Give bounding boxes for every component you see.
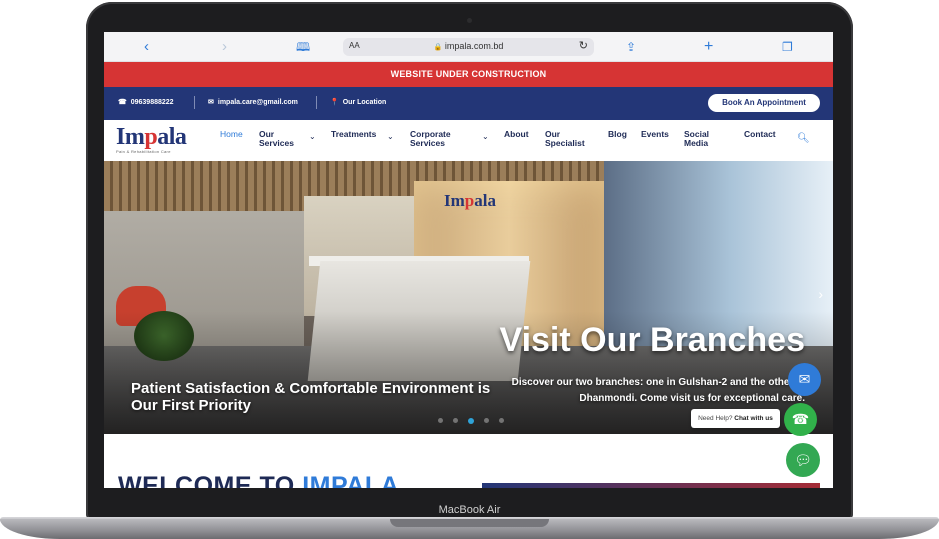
url-text: 🔒 impala.com.bd xyxy=(343,41,594,51)
tabs-icon[interactable]: ❐ xyxy=(782,39,793,55)
slider-dot-active[interactable] xyxy=(468,418,474,424)
slider-dot[interactable] xyxy=(438,418,443,423)
divider xyxy=(316,96,317,109)
phone-icon: ☎ xyxy=(118,99,127,106)
whatsapp-icon[interactable]: ☎ xyxy=(784,403,817,436)
chat-help-tooltip[interactable]: Need Help? Chat with us xyxy=(691,409,780,428)
logo-wordmark: Impala xyxy=(116,124,187,150)
bookmarks-icon[interactable]: 🕮 xyxy=(296,39,310,55)
contact-bar: ☎ 09639888222 ✉ impala.care@gmail.com 📍 … xyxy=(104,87,833,120)
chevron-down-icon[interactable]: ⌄ xyxy=(387,132,394,141)
forward-icon[interactable]: › xyxy=(222,39,227,55)
new-tab-icon[interactable]: + xyxy=(704,39,713,55)
email-link[interactable]: ✉ impala.care@gmail.com xyxy=(208,98,298,107)
nav-home[interactable]: Home xyxy=(220,130,243,139)
nav-social-media[interactable]: Social Media xyxy=(684,130,722,148)
location-label: Our Location xyxy=(342,98,387,106)
url-value: impala.com.bd xyxy=(444,41,504,51)
share-icon[interactable]: ⇪ xyxy=(626,39,636,55)
slider-dot[interactable] xyxy=(453,418,458,423)
welcome-image xyxy=(482,483,820,488)
mail-icon: ✉ xyxy=(208,99,214,106)
laptop-notch xyxy=(390,519,549,527)
nav-events[interactable]: Events xyxy=(641,130,669,139)
camera xyxy=(467,18,472,23)
messenger-icon[interactable]: ✉ xyxy=(788,363,821,396)
chevron-down-icon[interactable]: ⌄ xyxy=(482,132,489,141)
location-link[interactable]: 📍 Our Location xyxy=(330,98,387,107)
nav-corporate-services[interactable]: Corporate Services xyxy=(410,130,470,148)
reload-icon[interactable]: ↻ xyxy=(579,39,588,52)
chevron-down-icon[interactable]: ⌄ xyxy=(309,132,316,141)
hero-caption: Patient Satisfaction & Comfortable Envir… xyxy=(131,380,491,414)
nav-blog[interactable]: Blog xyxy=(608,130,627,139)
search-icon[interactable]: 🔍︎ xyxy=(797,133,810,144)
back-icon[interactable]: ‹ xyxy=(144,39,149,55)
hero-slider: Impala Visit Our Branches Discover our t… xyxy=(104,161,833,434)
phone-link[interactable]: ☎ 09639888222 xyxy=(118,98,174,107)
slider-dot[interactable] xyxy=(499,418,504,423)
location-pin-icon: 📍 xyxy=(330,99,339,106)
hero-description: Discover our two branches: one in Gulsha… xyxy=(511,377,805,404)
device-label: MacBook Air xyxy=(96,499,843,519)
page: ‹ › 🕮 AA 🔒 impala.com.bd ↻ ⇪ + ❐ WEBSITE… xyxy=(0,0,939,539)
phone-number: 09639888222 xyxy=(130,98,174,106)
hero-title: Visit Our Branches xyxy=(499,321,806,359)
next-slide-arrow-icon[interactable]: › xyxy=(818,286,823,302)
browser-screen: ‹ › 🕮 AA 🔒 impala.com.bd ↻ ⇪ + ❐ WEBSITE… xyxy=(104,32,833,488)
divider xyxy=(194,96,195,109)
welcome-heading: WELCOME TO IMPALA xyxy=(118,472,400,488)
lock-icon: 🔒 xyxy=(433,44,443,51)
construction-banner: WEBSITE UNDER CONSTRUCTION xyxy=(104,62,833,87)
slider-dots xyxy=(438,418,504,424)
address-bar[interactable]: AA 🔒 impala.com.bd ↻ xyxy=(343,38,594,56)
book-appointment-button[interactable]: Book An Appointment xyxy=(708,94,820,112)
nav-our-specialist[interactable]: Our Specialist xyxy=(545,130,591,148)
impala-logo[interactable]: Impala Pain & Rehabilitation Care xyxy=(116,124,196,156)
nav-contact[interactable]: Contact xyxy=(744,130,776,139)
browser-toolbar: ‹ › 🕮 AA 🔒 impala.com.bd ↻ ⇪ + ❐ xyxy=(104,32,833,62)
main-nav: Impala Pain & Rehabilitation Care Home O… xyxy=(104,120,833,161)
nav-about[interactable]: About xyxy=(504,130,529,139)
nav-our-services[interactable]: Our Services xyxy=(259,130,303,148)
email-address: impala.care@gmail.com xyxy=(217,98,298,106)
nav-treatments[interactable]: Treatments xyxy=(331,130,376,139)
slider-dot[interactable] xyxy=(484,418,489,423)
chat-bubble-icon[interactable]: 💬︎ xyxy=(786,443,820,477)
